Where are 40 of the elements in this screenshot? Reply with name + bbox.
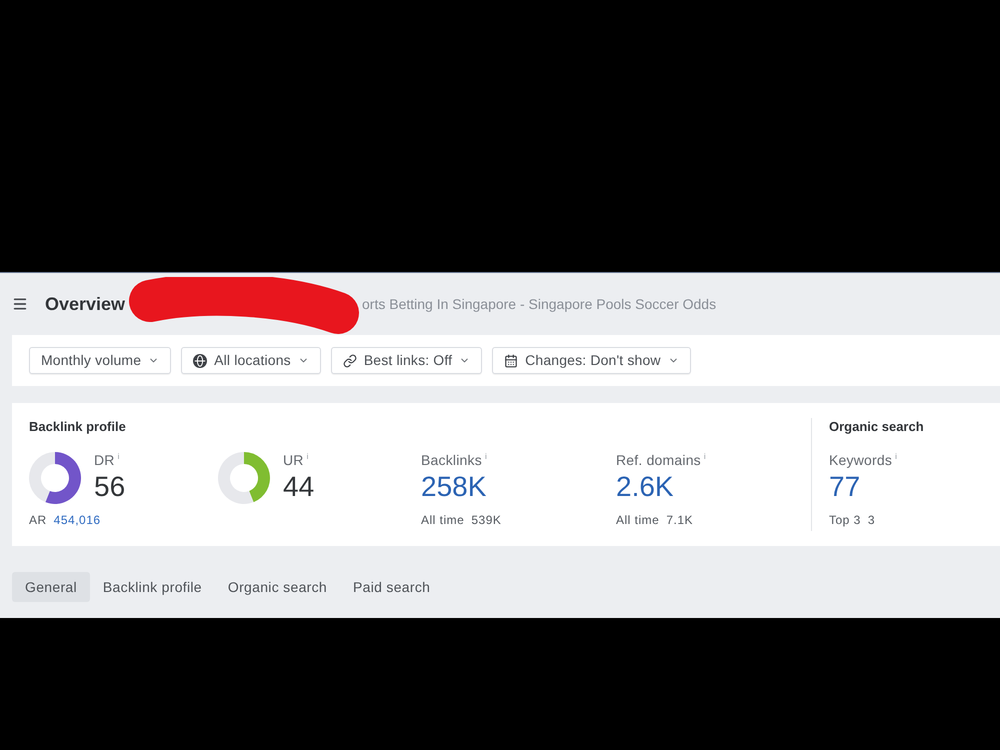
page-title: Overview xyxy=(45,292,126,316)
metric-value: 44 xyxy=(283,472,314,502)
metric-label: Backlinks xyxy=(421,452,482,469)
metric-value-link[interactable]: 77 xyxy=(829,472,860,502)
link-icon xyxy=(342,354,357,368)
donut-chart xyxy=(29,452,81,504)
metric-value: 56 xyxy=(94,472,126,502)
metric-value-link[interactable]: 258K xyxy=(421,472,486,502)
footer-label: All time xyxy=(616,513,660,528)
section-heading: Organic search xyxy=(829,419,925,435)
donut-slice xyxy=(218,452,254,504)
donut-chart xyxy=(218,452,270,504)
footer-label: AR xyxy=(29,513,47,528)
tab[interactable]: Organic search xyxy=(214,572,340,602)
donut-slice xyxy=(244,452,270,502)
globe-icon xyxy=(193,354,208,368)
metric-value-link[interactable]: 2.6K xyxy=(616,472,674,502)
footer-link[interactable]: 454,016 xyxy=(54,513,101,528)
metric-label: UR xyxy=(283,452,304,469)
donut-slice xyxy=(29,452,55,502)
menu-icon[interactable] xyxy=(12,296,28,312)
footer-value: 3 xyxy=(868,513,876,528)
section-heading: Backlink profile xyxy=(29,419,127,435)
footer-value: 7.1K xyxy=(666,513,694,528)
metric-label: DR xyxy=(94,452,115,469)
calendar-icon xyxy=(504,354,518,368)
filter-dropdown[interactable]: All locations xyxy=(181,347,321,374)
filter-dropdown[interactable]: Best links: Off xyxy=(330,347,482,374)
tab[interactable]: Paid search xyxy=(340,572,444,602)
page-subtitle: orts Betting In Singapore - Singapore Pools Soccer Odds xyxy=(362,294,716,314)
metric-label: Keywords xyxy=(829,452,892,469)
tab[interactable]: Backlink profile xyxy=(90,572,215,602)
footer-value: 539K xyxy=(471,513,502,528)
footer-label: Top 3 xyxy=(829,513,861,528)
filter-dropdown[interactable]: Monthly volume xyxy=(29,347,172,374)
metric-label: Ref. domains xyxy=(616,452,701,469)
filter-dropdown[interactable]: Changes: Don't show xyxy=(492,347,691,374)
donut-slice xyxy=(45,452,81,504)
footer-label: All time xyxy=(421,513,464,528)
tab[interactable]: General xyxy=(12,572,90,602)
